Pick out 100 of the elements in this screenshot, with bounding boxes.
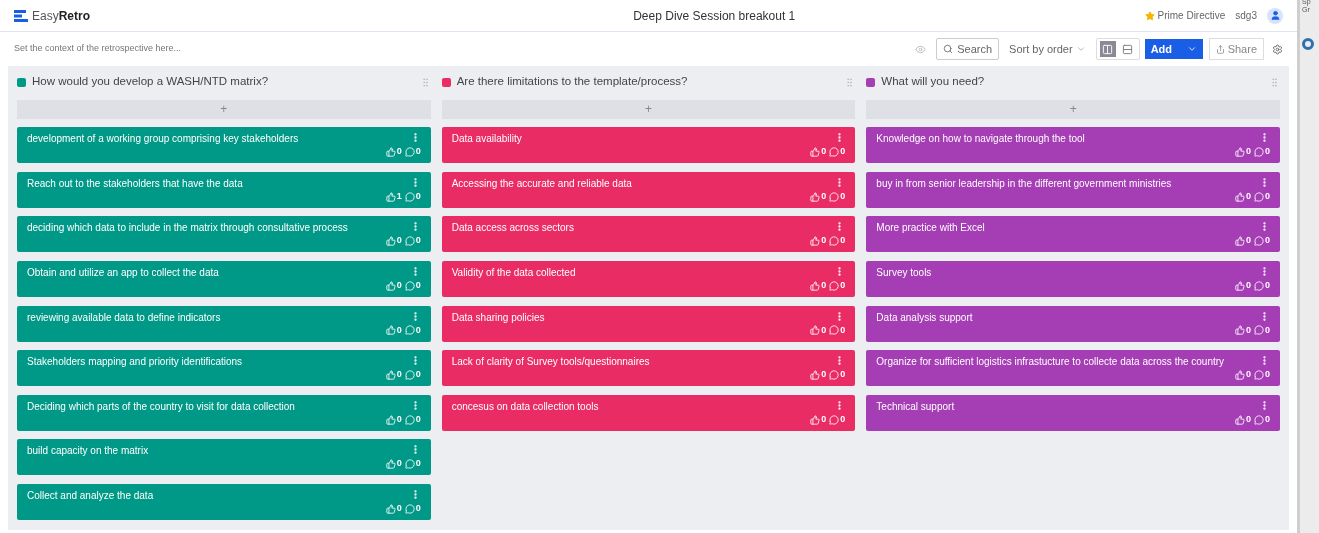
- add-card-button[interactable]: +: [441, 99, 856, 119]
- retro-card[interactable]: Reach out to the stakeholders that have the data 1 0: [17, 171, 431, 208]
- comment-count: 0: [1265, 234, 1270, 248]
- thumbs-up-icon[interactable]: [385, 191, 396, 202]
- thumbs-up-icon[interactable]: [385, 280, 396, 291]
- retro-card[interactable]: Validity of the data collected 0 0: [441, 260, 856, 297]
- comment-icon[interactable]: [1254, 325, 1264, 336]
- comment-icon[interactable]: [829, 236, 840, 247]
- retro-card[interactable]: concesus on data collection tools 0 0: [441, 394, 856, 431]
- retro-card[interactable]: Collect and analyze the data 0 0: [17, 483, 431, 520]
- comment-count: 0: [840, 323, 846, 337]
- retro-card[interactable]: development of a working group comprising key stakeholders 0 0: [17, 127, 431, 164]
- comment-icon[interactable]: [829, 191, 840, 202]
- avatar-icon[interactable]: [1267, 7, 1283, 24]
- prime-directive-link[interactable]: Prime Directive: [1157, 8, 1226, 23]
- comment-icon[interactable]: [1254, 369, 1264, 380]
- logo-text: EasyRetro: [32, 7, 91, 25]
- drag-handle-icon[interactable]: [1269, 76, 1280, 88]
- column-title: Are there limitations to the template/process?: [456, 74, 689, 90]
- settings-icon[interactable]: [1272, 43, 1283, 55]
- thumbs-up-icon[interactable]: [1235, 236, 1245, 247]
- chevron-down-icon: [1186, 44, 1197, 54]
- thumbs-up-icon[interactable]: [810, 191, 821, 202]
- thumbs-up-icon[interactable]: [385, 236, 396, 247]
- card-text: Survey tools: [876, 265, 932, 280]
- comment-icon[interactable]: [404, 146, 415, 157]
- add-card-button[interactable]: +: [17, 99, 431, 119]
- retro-card[interactable]: Data analysis support 0 0: [866, 305, 1280, 342]
- search-button[interactable]: Search: [936, 38, 1000, 60]
- comment-count: 0: [1265, 189, 1270, 203]
- thumbs-up-icon[interactable]: [810, 325, 821, 336]
- card-text: Data sharing policies: [451, 310, 545, 325]
- thumbs-up-icon[interactable]: [810, 280, 821, 291]
- comment-icon[interactable]: [1254, 191, 1264, 202]
- add-card-button[interactable]: +: [866, 99, 1280, 119]
- thumbs-up-icon[interactable]: [1235, 414, 1245, 425]
- thumbs-up-icon[interactable]: [385, 503, 396, 514]
- thumbs-up-icon[interactable]: [810, 236, 821, 247]
- thumbs-up-icon[interactable]: [385, 414, 396, 425]
- comment-icon[interactable]: [404, 414, 415, 425]
- thumbs-up-icon[interactable]: [385, 369, 396, 380]
- comment-count: 0: [415, 323, 421, 337]
- share-button[interactable]: Share: [1208, 38, 1264, 60]
- comment-icon[interactable]: [1254, 280, 1264, 291]
- comment-icon[interactable]: [404, 369, 415, 380]
- thumbs-up-icon[interactable]: [385, 459, 396, 470]
- thumbs-up-icon[interactable]: [810, 146, 821, 157]
- add-button[interactable]: Add: [1144, 39, 1203, 59]
- comment-icon[interactable]: [829, 146, 840, 157]
- thumbs-up-icon[interactable]: [810, 369, 821, 380]
- retro-card[interactable]: Data access across sectors 0 0: [441, 216, 856, 253]
- thumbs-up-icon[interactable]: [1235, 191, 1245, 202]
- comment-icon[interactable]: [404, 236, 415, 247]
- comment-icon[interactable]: [1254, 236, 1264, 247]
- vote-count: 0: [1246, 189, 1251, 203]
- retro-card[interactable]: Survey tools 0 0: [866, 260, 1280, 297]
- retro-card[interactable]: Deciding which parts of the country to visit for data collection 0 0: [17, 394, 431, 431]
- vote-count: 0: [821, 278, 827, 292]
- retro-card[interactable]: Technical support 0 0: [866, 394, 1280, 431]
- retro-card[interactable]: Data sharing policies 0 0: [441, 305, 856, 342]
- comment-icon[interactable]: [404, 191, 415, 202]
- comment-icon[interactable]: [1254, 146, 1264, 157]
- column-title: How would you develop a WASH/NTD matrix?: [32, 74, 270, 90]
- retro-card[interactable]: Lack of clarity of Survey tools/questionnaires 0 0: [441, 350, 856, 387]
- vote-count: 0: [1246, 323, 1251, 337]
- columns-view-icon[interactable]: [1099, 41, 1116, 57]
- comment-icon[interactable]: [829, 414, 840, 425]
- thumbs-up-icon[interactable]: [810, 414, 821, 425]
- thumbs-up-icon[interactable]: [1235, 280, 1245, 291]
- thumbs-up-icon[interactable]: [385, 146, 396, 157]
- thumbs-up-icon[interactable]: [385, 325, 396, 336]
- sort-dropdown[interactable]: Sort by order: [1009, 40, 1086, 58]
- comment-icon[interactable]: [404, 459, 415, 470]
- retro-card[interactable]: Knowledge on how to navigate through the tool 0 0: [866, 127, 1280, 164]
- chevron-down-icon: [1075, 44, 1086, 54]
- retro-card[interactable]: buy in from senior leadership in the different government ministries 0 0: [866, 171, 1280, 208]
- retro-card[interactable]: Stakeholders mapping and priority identifications 0 0: [17, 350, 431, 387]
- retro-card[interactable]: Organize for sufficient logistics infrastucture to collecte data across the country 0 0: [866, 350, 1280, 387]
- comment-icon[interactable]: [829, 280, 840, 291]
- comment-icon[interactable]: [404, 325, 415, 336]
- retro-card[interactable]: Data availability 0 0: [441, 127, 856, 164]
- comment-count: 0: [840, 412, 846, 426]
- retro-card[interactable]: build capacity on the matrix 0 0: [17, 439, 431, 476]
- thumbs-up-icon[interactable]: [1235, 146, 1245, 157]
- retro-card[interactable]: deciding which data to include in the matrix through consultative process 0 0: [17, 216, 431, 253]
- visibility-icon[interactable]: [915, 43, 927, 55]
- comment-icon[interactable]: [829, 369, 840, 380]
- thumbs-up-icon[interactable]: [1235, 325, 1245, 336]
- comment-icon[interactable]: [404, 280, 415, 291]
- comment-icon[interactable]: [829, 325, 840, 336]
- retro-card[interactable]: More practice with Excel 0 0: [866, 216, 1280, 253]
- retro-card[interactable]: Obtain and utilize an app to collect the data 0 0: [17, 260, 431, 297]
- comment-count: 0: [1265, 323, 1270, 337]
- comment-count: 0: [840, 145, 846, 159]
- retro-card[interactable]: Accessing the accurate and reliable data 0 0: [441, 171, 856, 208]
- retro-card[interactable]: reviewing available data to define indicators 0 0: [17, 305, 431, 342]
- thumbs-up-icon[interactable]: [1235, 369, 1245, 380]
- comment-icon[interactable]: [1254, 414, 1264, 425]
- context-field[interactable]: Set the context of the retrospective here...: [14, 42, 916, 56]
- comment-icon[interactable]: [404, 503, 415, 514]
